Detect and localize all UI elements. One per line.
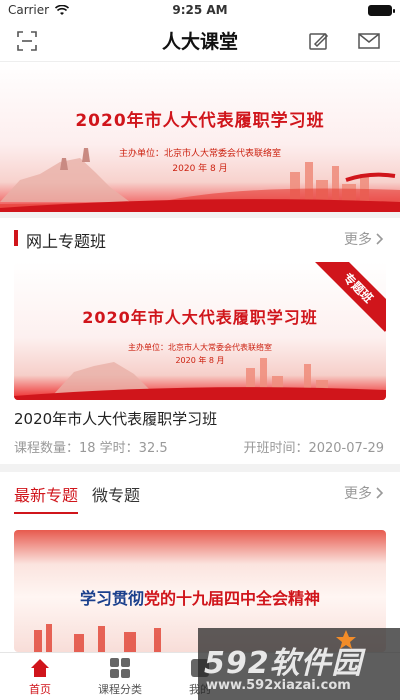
grid-icon [110, 658, 130, 678]
status-time: 9:25 AM [172, 3, 228, 17]
watermark: 592软件园 www.592xiazai.com [198, 628, 400, 700]
chevron-right-icon [376, 487, 384, 499]
skyline-illustration [0, 148, 400, 212]
topic-tabs: 最新专题 微专题 [14, 482, 140, 514]
tab-home[interactable]: 首页 [0, 657, 80, 697]
topics-more-link[interactable]: 更多 [344, 483, 384, 503]
online-more-link[interactable]: 更多 [344, 229, 384, 249]
course-name[interactable]: 2020年市人大代表履职学习班 [14, 408, 217, 429]
tab-micro-topics[interactable]: 微专题 [92, 482, 140, 514]
page-title: 人大课堂 [161, 31, 238, 53]
course-open-time: 开班时间：2020-07-29 [243, 441, 384, 456]
home-icon [31, 659, 49, 677]
course-banner[interactable]: 2020年市人大代表履职学习班 主办单位：北京市人大常委会代表联络室 2020 … [14, 262, 386, 400]
more-label: 更多 [344, 486, 372, 502]
tab-latest-topics[interactable]: 最新专题 [14, 482, 79, 514]
edit-icon[interactable] [306, 28, 332, 54]
watermark-url: www.592xiazai.com [206, 678, 351, 693]
chevron-right-icon [376, 233, 384, 245]
more-label: 更多 [344, 232, 372, 248]
scan-icon[interactable] [14, 28, 40, 54]
tab-course-category[interactable]: 课程分类 [80, 657, 160, 697]
tab-home-label: 首页 [29, 683, 51, 696]
course-meta: 课程数量：18 学时：32.5 [14, 441, 168, 456]
topics-section: 最新专题 微专题 更多 学习贯彻党的十九届四中全会精神 [0, 472, 400, 652]
watermark-star-icon [336, 630, 356, 649]
skyline-illustration [14, 358, 386, 400]
mail-icon[interactable] [356, 28, 382, 54]
battery-icon [368, 4, 395, 16]
tab-course-category-label: 课程分类 [98, 683, 142, 696]
status-left: Carrier [8, 3, 70, 17]
online-section-title: 网上专题班 [26, 232, 107, 251]
hero-banner[interactable]: 2020年市人大代表履职学习班 主办单位：北京市人大常委会代表联络室 2020 … [0, 62, 400, 212]
wifi-icon [55, 4, 70, 15]
nav-bar: 人大课堂 [0, 20, 400, 62]
battery-level [369, 5, 391, 15]
status-bar: Carrier 9:25 AM [0, 0, 400, 20]
section-marker [14, 230, 18, 246]
carrier-label: Carrier [8, 3, 50, 17]
online-course-section: 网上专题班 更多 2020年市人大代表履职学习班 主办单位：北京市人大常委会代表… [0, 218, 400, 464]
